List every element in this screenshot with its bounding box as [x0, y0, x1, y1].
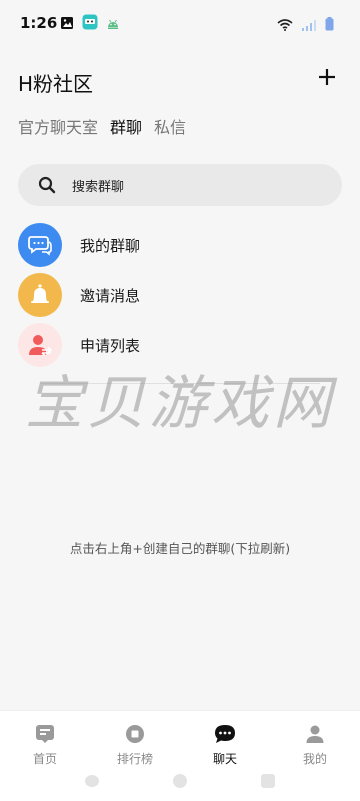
status-bar: 1:26 [0, 0, 360, 44]
bottom-nav: 首页 排行榜 聊天 我的 [0, 710, 360, 801]
home-gesture-icon[interactable] [172, 773, 188, 793]
chat-tabs: 官方聊天室 群聊 私信 [18, 114, 198, 138]
home-icon [34, 723, 56, 745]
bell-icon [18, 273, 62, 317]
app-icon [82, 14, 98, 34]
menu-label-requests: 申请列表 [80, 336, 141, 355]
user-request-icon [18, 323, 62, 367]
nav-label-home: 首页 [32, 752, 57, 766]
menu-label-my-groups: 我的群聊 [80, 236, 141, 255]
android-icon [106, 15, 120, 34]
tab-private-message[interactable]: 私信 [154, 114, 186, 138]
status-icons-right [269, 16, 334, 35]
page-title: H粉社区 [18, 72, 94, 96]
tab-group-chat[interactable]: 群聊 [110, 114, 142, 138]
chat-icon [214, 723, 236, 745]
nav-item-home[interactable]: 首页 [10, 723, 80, 767]
tab-official-chatroom[interactable]: 官方聊天室 [18, 114, 98, 138]
chat-bubbles-icon [18, 223, 62, 267]
menu-item-requests[interactable]: 申请列表 [18, 320, 342, 370]
back-gesture-icon[interactable] [84, 773, 100, 793]
signal-icon [301, 16, 317, 35]
status-time: 1:26 [20, 14, 58, 32]
battery-icon [325, 16, 334, 35]
nav-item-ranking[interactable]: 排行榜 [100, 723, 170, 767]
image-icon [60, 15, 74, 34]
search-placeholder: 搜索群聊 [72, 179, 125, 195]
group-menu-list: 我的群聊 邀请消息 申请列表 [18, 220, 342, 370]
search-input[interactable]: 搜索群聊 [18, 164, 342, 206]
nav-label-chat: 聊天 [212, 752, 237, 766]
nav-item-chat[interactable]: 聊天 [190, 723, 260, 767]
add-group-button[interactable] [316, 66, 338, 88]
system-gesture-bar [0, 773, 360, 793]
menu-item-my-groups[interactable]: 我的群聊 [18, 220, 342, 270]
nav-label-profile: 我的 [302, 752, 327, 766]
plus-icon [319, 69, 335, 85]
profile-icon [304, 723, 326, 745]
nav-item-profile[interactable]: 我的 [280, 723, 350, 767]
ranking-icon [124, 723, 146, 745]
recent-apps-icon[interactable] [260, 773, 276, 793]
search-icon [38, 176, 56, 194]
menu-label-invitations: 邀请消息 [80, 286, 141, 305]
menu-item-invitations[interactable]: 邀请消息 [18, 270, 342, 320]
empty-state-hint: 点击右上角+创建自己的群聊(下拉刷新) [69, 541, 291, 556]
status-icons-left [60, 14, 128, 34]
divider [40, 383, 320, 384]
nav-label-ranking: 排行榜 [116, 752, 153, 766]
wifi-icon [277, 16, 293, 35]
